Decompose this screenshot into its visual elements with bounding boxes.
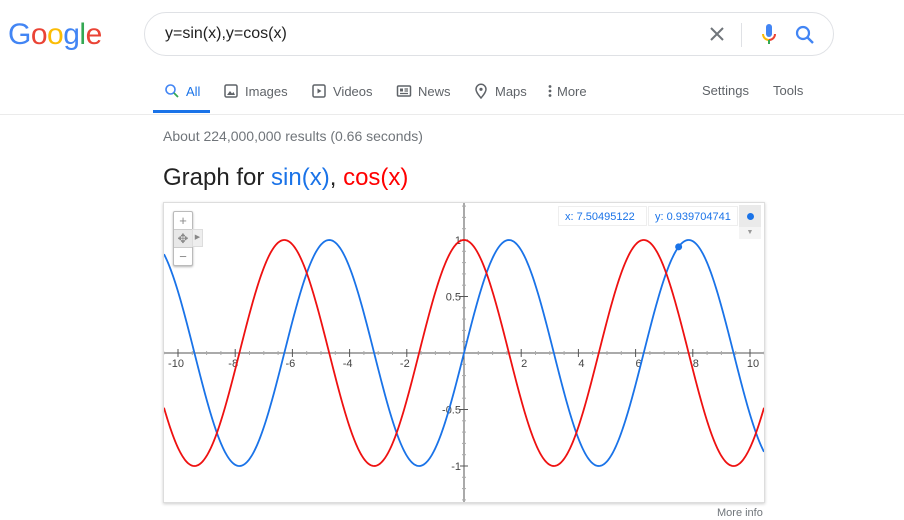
newspaper-icon: [396, 83, 412, 99]
highlight-point: [675, 243, 683, 251]
series-dropdown-arrow-icon[interactable]: ▼: [739, 227, 761, 239]
search-icon: [164, 83, 180, 99]
tab-videos[interactable]: Videos: [311, 83, 373, 99]
y-tick-label: -0.5: [442, 405, 461, 417]
zoom-out-button[interactable]: −: [174, 248, 192, 265]
zoom-in-button[interactable]: +: [174, 212, 192, 229]
tools-link[interactable]: Tools: [773, 83, 803, 98]
series-color-dot-icon: [747, 213, 754, 220]
x-readout: x: 7.50495122: [558, 206, 647, 226]
pan-button[interactable]: ✥: [174, 229, 192, 248]
tab-label: Images: [245, 83, 288, 99]
play-icon: [311, 83, 327, 99]
x-tick-label: -2: [400, 358, 410, 370]
graph-title-sep: ,: [329, 164, 344, 191]
logo-letter: e: [85, 18, 103, 51]
search-tabs: All Images Videos News Maps More Setting…: [0, 70, 904, 115]
tab-news[interactable]: News: [396, 83, 451, 99]
image-icon: [223, 83, 239, 99]
search-box[interactable]: y=sin(x),y=cos(x): [144, 12, 834, 56]
more-vert-icon: [546, 83, 554, 99]
expand-arrow-icon[interactable]: ▶: [192, 229, 203, 247]
tab-images[interactable]: Images: [223, 83, 288, 99]
zoom-controls: + ✥ −: [173, 211, 193, 266]
logo-letter: o: [47, 18, 64, 51]
result-stats: About 224,000,000 results (0.66 seconds): [163, 128, 423, 144]
tab-label: News: [418, 83, 451, 99]
close-icon[interactable]: [705, 22, 729, 46]
x-tick-label: 8: [693, 358, 699, 370]
logo-letter: o: [30, 18, 48, 51]
tab-label: Videos: [333, 83, 373, 99]
graph-title-prefix: Graph for: [163, 164, 272, 191]
active-tab-indicator: [153, 110, 210, 113]
tools-label: Tools: [773, 83, 804, 98]
y-readout: y: 0.939704741: [648, 206, 738, 226]
x-tick-label: -4: [343, 358, 353, 370]
x-tick-label: -10: [168, 358, 184, 370]
map-pin-icon: [473, 83, 489, 100]
tab-label: All: [186, 83, 201, 99]
graph-title-cos: cos(x): [343, 164, 409, 191]
y-tick-label: 0.5: [446, 292, 461, 304]
logo-letter: G: [8, 18, 31, 51]
settings-label: Settings: [702, 83, 749, 98]
tab-all[interactable]: All: [164, 83, 200, 99]
graph-title-sin: sin(x): [271, 164, 330, 191]
search-icon[interactable]: [793, 23, 817, 47]
tab-more[interactable]: More: [546, 83, 587, 99]
tab-label: More: [557, 83, 587, 99]
graph-title: Graph for sin(x), cos(x): [163, 164, 408, 192]
x-tick-label: 4: [578, 358, 584, 370]
search-input[interactable]: y=sin(x),y=cos(x): [165, 25, 287, 43]
logo-letter: g: [63, 18, 80, 51]
divider: [741, 23, 742, 47]
tab-label: Maps: [495, 83, 527, 99]
settings-link[interactable]: Settings: [702, 83, 749, 98]
plot-area[interactable]: -10 -8 -6 -4 -2 2 4 6 8 1010.5-0.5-1: [164, 203, 764, 502]
x-tick-label: -6: [286, 358, 296, 370]
x-tick-label: 10: [747, 358, 759, 370]
graph-canvas[interactable]: -10 -8 -6 -4 -2 2 4 6 8 10 1 0.5 -0.5 -1 + ✥ − ▶ x: 7…: [163, 202, 765, 503]
google-logo[interactable]: Google: [8, 18, 102, 52]
microphone-icon[interactable]: [757, 22, 781, 48]
series-select-button[interactable]: [739, 205, 761, 227]
y-tick-label: -1: [451, 461, 461, 473]
x-tick-label: 2: [521, 358, 527, 370]
more-info-link[interactable]: More info: [717, 507, 763, 519]
tab-maps[interactable]: Maps: [473, 83, 527, 100]
